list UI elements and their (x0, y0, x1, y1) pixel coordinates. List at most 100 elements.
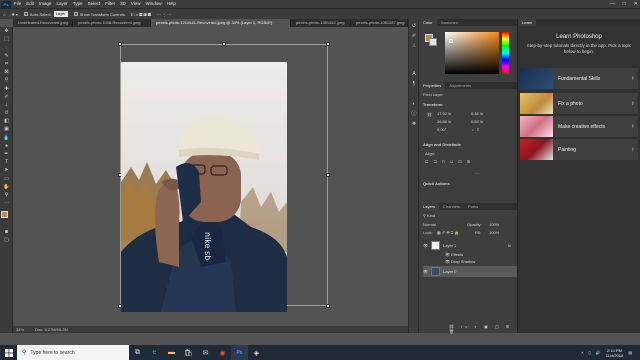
start-button[interactable] (0, 345, 17, 360)
transform-handle[interactable] (118, 42, 122, 46)
eraser-tool-icon[interactable]: ◧ (2, 118, 11, 125)
color-picker-field[interactable] (445, 32, 499, 74)
gradient-tool-icon[interactable]: ▣ (2, 126, 11, 133)
visibility-eye-icon[interactable]: 👁 (423, 269, 429, 274)
learn-card-fundamental-skills[interactable]: Fundamental Skills › (520, 68, 638, 89)
taskbar-clock[interactable]: 2:14 PM 11/4/2018 (606, 348, 624, 358)
shape-tool-icon[interactable]: ▭ (2, 176, 11, 183)
tray-chevron-icon[interactable]: ˄ (581, 350, 583, 355)
menu-select[interactable]: Select (88, 0, 101, 8)
drop-shadow-row[interactable]: 👁 Drop Shadow (423, 258, 517, 265)
info-icon[interactable]: ⓘ (411, 111, 417, 117)
x-field[interactable]: 0.48 in (471, 111, 483, 116)
taskbar-search-box[interactable]: ⚲ Type here to search (17, 345, 129, 360)
close-button[interactable]: ✕ (634, 0, 638, 8)
notifications-icon[interactable]: ▤ (628, 350, 632, 355)
stamp-tool-icon[interactable]: ⊥ (2, 102, 11, 109)
zoom-tool-icon[interactable]: ⚲ (2, 192, 11, 199)
layer-row-selected[interactable]: 👁 Layer 0 (423, 266, 517, 277)
menu-layer[interactable]: Layer (57, 0, 68, 8)
healing-tool-icon[interactable]: ✚ (2, 86, 11, 93)
quick-mask-icon[interactable]: ◙ (2, 229, 11, 236)
menu-help[interactable]: Help (167, 0, 176, 8)
angle-field[interactable]: 0.00° (437, 127, 446, 132)
learn-card-painting[interactable]: Painting › (520, 139, 638, 160)
mail-icon[interactable]: ✉ (197, 345, 214, 360)
dodge-tool-icon[interactable]: ● (2, 143, 11, 150)
frame-tool-icon[interactable]: ⊠ (2, 69, 11, 76)
zoom-level[interactable]: 34% (16, 327, 24, 332)
fill-field[interactable]: 100% (489, 230, 499, 235)
menu-filter[interactable]: Filter (105, 0, 115, 8)
menu-edit[interactable]: Edit (26, 0, 34, 8)
link-icon[interactable]: ⛓ (427, 112, 432, 117)
blend-mode-dropdown[interactable]: Normal (423, 222, 436, 227)
history-icon[interactable]: ↺ (411, 23, 417, 29)
crop-tool-icon[interactable]: ⌗ (2, 61, 11, 68)
transform-controls-checkbox[interactable] (73, 12, 78, 16)
network-icon[interactable]: ▯ (589, 350, 591, 355)
tab-layers[interactable]: Layers (419, 203, 440, 210)
menu-image[interactable]: Image (39, 0, 52, 8)
transform-handle[interactable] (326, 173, 330, 177)
clone-source-icon[interactable]: ⊥ (411, 43, 417, 49)
distribute-icons[interactable]: ⋯ ⋮ ⋯ (157, 12, 171, 17)
auto-select-checkbox[interactable] (23, 12, 28, 16)
lock-icons[interactable]: ▦ ✐ ✥ ⌗ 🔒 (437, 230, 459, 235)
tab-swatches[interactable]: Swatches (437, 19, 462, 26)
menu-view[interactable]: View (131, 0, 141, 8)
auto-select-dropdown[interactable]: Layer (53, 11, 68, 17)
align-section-label[interactable]: Align and Distribute (423, 142, 461, 147)
hue-slider[interactable] (502, 32, 509, 74)
menu-file[interactable]: File (14, 0, 21, 8)
tab-learn[interactable]: Learn (518, 19, 537, 26)
height-field[interactable]: 26.88 in (437, 119, 451, 124)
color-picker-cursor[interactable] (449, 39, 453, 43)
align-icons[interactable]: ⊏ ⊐ ⊓ ⊔ ⊡ ⊞ (425, 159, 472, 164)
layer-name[interactable]: Layer 0 (443, 269, 456, 274)
home-icon[interactable]: ⌂ (3, 12, 5, 17)
task-view-icon[interactable]: ⧉ (129, 345, 146, 360)
color-swatches[interactable] (1, 211, 11, 225)
pen-tool-icon[interactable]: ✒ (2, 151, 11, 158)
transform-section-label[interactable]: Transform (423, 102, 443, 107)
layer-row[interactable]: 👁 Layer 1 fx (423, 240, 517, 251)
marquee-tool-icon[interactable]: ⬚ (2, 36, 11, 43)
chrome-icon[interactable]: ◉ (214, 345, 231, 360)
blur-tool-icon[interactable]: 💧 (2, 135, 11, 142)
width-field[interactable]: 17.92 in (437, 111, 451, 116)
quick-select-tool-icon[interactable]: ✎ (2, 53, 11, 60)
app-icon[interactable]: ◈ (248, 345, 265, 360)
type-tool-icon[interactable]: T (2, 159, 11, 166)
effects-row[interactable]: 👁 Effects (423, 251, 517, 258)
transform-handle[interactable] (326, 304, 330, 308)
tab-paths[interactable]: Paths (464, 203, 482, 210)
more-tools-icon[interactable]: ⋯ (2, 200, 11, 207)
history-brush-icon[interactable]: ↺ (2, 110, 11, 117)
quick-actions-label[interactable]: Quick Actions (423, 181, 450, 186)
learn-card-creative-effects[interactable]: Make creative effects › (520, 116, 638, 137)
move-tool-icon[interactable]: ✥ (2, 28, 11, 35)
lasso-tool-icon[interactable]: ◌ (2, 45, 11, 52)
align-icons[interactable]: ⫴ ⫶ ⫷ ▤ ▥ ▦ (131, 12, 151, 17)
menu-window[interactable]: Window (146, 0, 162, 8)
learn-card-fix-photo[interactable]: Fix a photo › (520, 93, 638, 114)
layer-name[interactable]: Layer 1 (443, 243, 456, 248)
screen-mode-icon[interactable]: ▢ (2, 237, 11, 244)
edge-icon[interactable]: e (146, 345, 163, 360)
layer-actions-bar[interactable]: ⛓ fx ◐ ▣ ▢ ⊞ 🗑 (449, 324, 517, 334)
fx-badge[interactable]: fx (508, 243, 511, 248)
opacity-field[interactable]: 100% (489, 222, 499, 227)
minimize-button[interactable]: — (610, 0, 615, 8)
adjustments-icon[interactable]: ◐ (411, 101, 417, 107)
tab-adjustments[interactable]: Adjustments (445, 82, 475, 89)
doc-tab[interactable]: pexels-photo-1391442.jpeg (291, 19, 351, 27)
path-select-icon[interactable]: ➤ (2, 167, 11, 174)
photoshop-taskbar-icon[interactable]: Ps (231, 345, 248, 360)
doc-tab[interactable]: Undefeated-Recovered.jpeg (13, 19, 73, 27)
visibility-eye-icon[interactable]: 👁 (423, 243, 429, 248)
foreground-color-swatch[interactable] (1, 211, 8, 219)
background-color-swatch[interactable] (429, 38, 437, 46)
tab-color[interactable]: Color (419, 19, 437, 26)
menu-type[interactable]: Type (73, 0, 83, 8)
